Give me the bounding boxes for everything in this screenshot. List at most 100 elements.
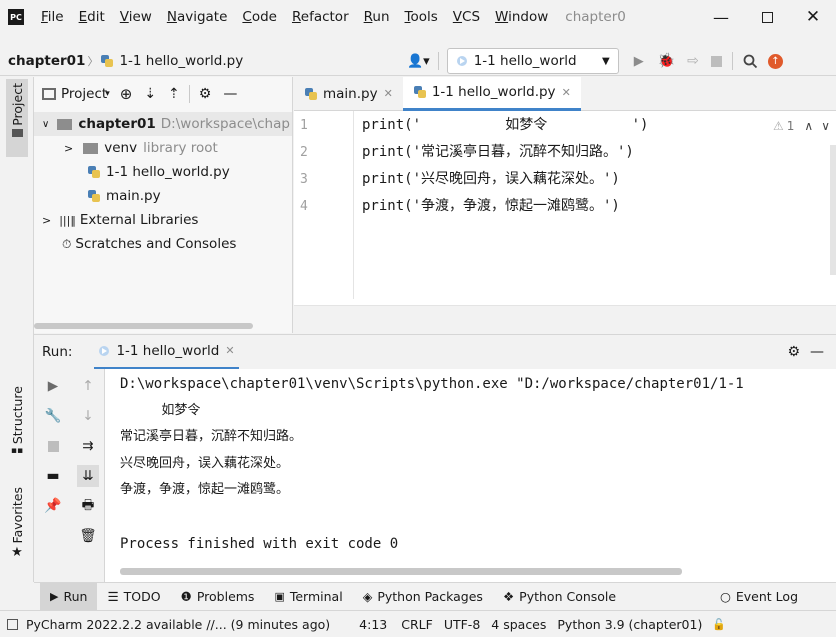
project-tool-tab[interactable]: Project	[6, 79, 28, 157]
locate-icon[interactable]: ⊕	[120, 85, 133, 103]
gear-icon[interactable]: ⚙	[787, 344, 800, 360]
editor-scrollbar[interactable]	[830, 145, 836, 275]
menu-window[interactable]: Window	[495, 9, 548, 25]
favorites-tool-tab[interactable]: Favorites ★	[8, 487, 26, 567]
collapse-all-icon[interactable]: ⇡	[168, 86, 180, 102]
toggle-panels-icon[interactable]	[7, 618, 18, 630]
file-encoding[interactable]: UTF-8	[444, 617, 480, 632]
project-view-select[interactable]: Project	[61, 86, 107, 102]
bottom-tab-terminal[interactable]: ▣ Terminal	[264, 583, 352, 611]
run-panel-header: Run: 1-1 hello_world ✕ ⚙ —	[34, 334, 836, 370]
breadcrumb-file[interactable]: 1-1 hello_world.py	[119, 53, 243, 69]
user-icon[interactable]: 👤▾	[407, 54, 430, 69]
close-tab-icon[interactable]: ✕	[562, 86, 571, 99]
chevron-right-icon[interactable]: >	[42, 214, 51, 227]
run-icon[interactable]: ▶	[634, 54, 644, 69]
breadcrumb-project[interactable]: chapter01	[8, 53, 85, 69]
rerun-icon[interactable]: ▶	[42, 375, 64, 397]
chevron-down-icon[interactable]: ∨	[42, 119, 49, 130]
menu-vcs[interactable]: VCS	[453, 9, 480, 25]
lock-icon[interactable]: 🔓	[712, 618, 726, 631]
console-horizontal-scrollbar[interactable]	[120, 568, 682, 575]
chevron-up-icon[interactable]: ∧	[804, 119, 813, 133]
favorites-tool-tab-label: Favorites	[9, 487, 25, 544]
line-number: 2	[300, 145, 308, 160]
menu-file[interactable]: File	[41, 9, 64, 25]
close-icon[interactable]: ✕	[790, 7, 836, 27]
tree-item-file-label: 1-1 hello_world.py	[106, 164, 230, 180]
menu-navigate[interactable]: Navigate	[167, 9, 228, 25]
run-config-label: 1-1 hello_world	[473, 53, 577, 69]
arrow-up-icon[interactable]: ↑	[77, 375, 99, 397]
console-line: D:\workspace\chapter01\venv\Scripts\pyth…	[120, 376, 744, 392]
line-number-gutter: 1 2 3 4	[294, 111, 354, 299]
update-icon[interactable]: ↑	[767, 53, 783, 69]
editor-tab-main[interactable]: main.py ✕	[294, 77, 403, 111]
tree-item-external-libraries[interactable]: > |||‖ External Libraries	[34, 208, 292, 232]
menu-tools[interactable]: Tools	[405, 9, 438, 25]
tree-item-scratches[interactable]: ⏱ Scratches and Consoles	[34, 232, 292, 256]
search-icon[interactable]	[743, 54, 758, 69]
code-line: print('争渡，争渡，惊起一滩鸥鹭。')	[362, 198, 620, 214]
horizontal-scrollbar[interactable]	[34, 323, 253, 329]
bottom-tab-python-packages[interactable]: ◈ Python Packages	[353, 583, 493, 611]
line-number: 3	[300, 172, 308, 187]
pin-icon[interactable]: 📌	[42, 495, 64, 517]
bottom-tab-todo[interactable]: ☰ TODO	[97, 583, 170, 611]
maximize-icon[interactable]	[744, 11, 790, 23]
status-message[interactable]: PyCharm 2022.2.2 available //... (9 minu…	[26, 617, 330, 632]
layout-icon[interactable]: ▬	[42, 465, 64, 487]
chevron-down-icon: ▼	[602, 55, 610, 67]
close-tab-icon[interactable]: ✕	[384, 87, 393, 100]
chevron-right-icon[interactable]: >	[64, 142, 73, 155]
menu-run[interactable]: Run	[364, 9, 390, 25]
scroll-to-end-icon[interactable]: ⇊	[77, 465, 99, 487]
inspection-widget[interactable]: ⚠ 1 ∧ ∨	[773, 119, 830, 133]
gear-icon[interactable]: ⚙	[199, 86, 212, 102]
caret-position[interactable]: 4:13	[359, 617, 387, 632]
stop-icon[interactable]	[710, 55, 722, 67]
debug-icon[interactable]: 🐞	[658, 53, 675, 69]
menu-code[interactable]: Code	[242, 9, 277, 25]
code-area[interactable]: print(' 如梦令 ') print('常记溪亭日暮，沉醉不知归路。') p…	[362, 112, 802, 302]
bottom-tab-problems[interactable]: ❶ Problems	[171, 583, 265, 611]
indent-setting[interactable]: 4 spaces	[491, 617, 546, 632]
bottom-tab-run[interactable]: ▶ Run	[40, 582, 98, 611]
bottom-tab-event-log[interactable]: ○ Event Log	[710, 583, 808, 611]
close-tab-icon[interactable]: ✕	[225, 344, 234, 357]
coverage-icon[interactable]: ⇨	[687, 53, 699, 69]
soft-wrap-icon[interactable]: ⇉	[77, 435, 99, 457]
python-interpreter[interactable]: Python 3.9 (chapter01)	[557, 617, 702, 632]
tree-item-file[interactable]: 1-1 hello_world.py	[34, 160, 292, 184]
expand-all-icon[interactable]: ⇣	[144, 86, 156, 102]
title-bar: PC File Edit View Navigate Code Refactor…	[0, 0, 836, 34]
bottom-tab-python-console[interactable]: ❖ Python Console	[493, 583, 626, 611]
chevron-down-icon[interactable]: ∨	[821, 119, 830, 133]
menu-refactor[interactable]: Refactor	[292, 9, 349, 25]
arrow-down-icon[interactable]: ↓	[77, 405, 99, 427]
chevron-down-icon[interactable]: ▾	[105, 89, 110, 99]
menu-view[interactable]: View	[120, 9, 152, 25]
bottom-tab-label: Event Log	[735, 589, 798, 604]
print-icon[interactable]: 🖶	[77, 495, 99, 517]
editor-tab-hello-world[interactable]: 1-1 hello_world.py ✕	[402, 76, 581, 111]
tree-item-root[interactable]: ∨ chapter01 D:\workspace\chap	[34, 112, 292, 136]
python-file-icon	[304, 87, 318, 101]
run-tab[interactable]: 1-1 hello_world ✕	[94, 335, 239, 370]
hide-panel-icon[interactable]: —	[223, 86, 237, 102]
line-separator[interactable]: CRLF	[401, 617, 433, 632]
stop-icon[interactable]	[42, 435, 64, 457]
tree-item-venv-label: venv	[104, 140, 138, 156]
tree-item-file[interactable]: main.py	[34, 184, 292, 208]
minimize-icon[interactable]: —	[698, 8, 744, 27]
menu-edit[interactable]: Edit	[79, 9, 105, 25]
tree-item-venv[interactable]: > venv library root	[34, 136, 292, 160]
trash-icon[interactable]: 🗑	[77, 525, 99, 547]
hide-panel-icon[interactable]: —	[810, 344, 824, 360]
run-configuration-select[interactable]: 1-1 hello_world ▼	[446, 48, 619, 74]
project-view-icon	[42, 88, 56, 100]
console-output[interactable]: D:\workspace\chapter01\venv\Scripts\pyth…	[105, 369, 836, 582]
code-line: print('兴尽晚回舟，误入藕花深处。')	[362, 171, 620, 187]
edit-config-icon[interactable]: 🔧	[42, 405, 64, 427]
structure-tool-tab[interactable]: Structure ▪▪	[8, 386, 26, 466]
